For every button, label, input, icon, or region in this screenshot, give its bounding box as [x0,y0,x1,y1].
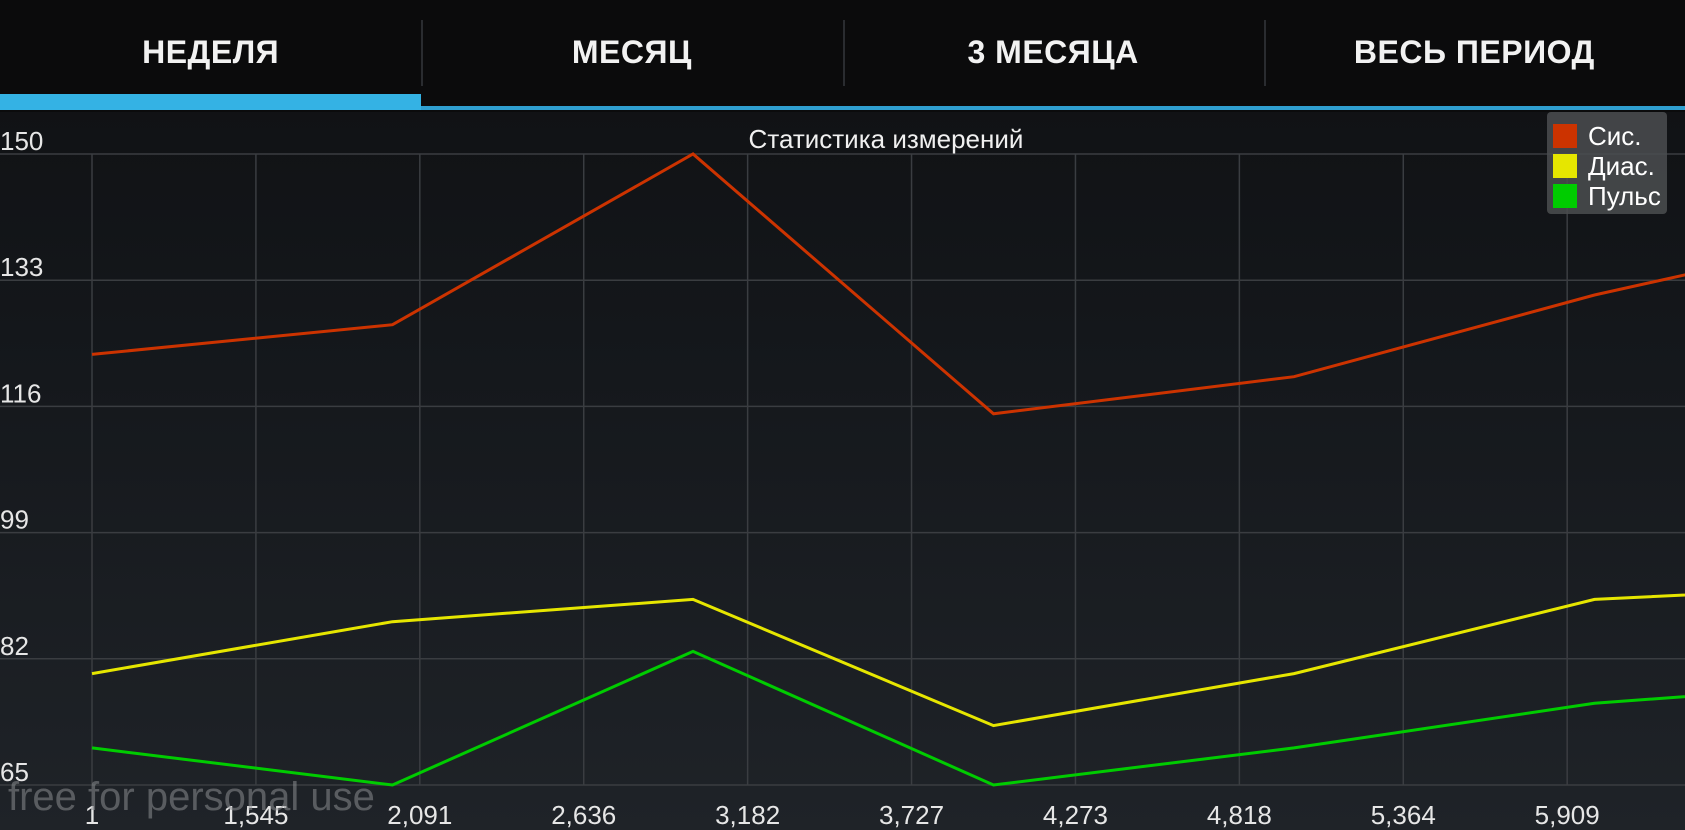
tab-month-indicator [421,106,843,110]
period-tabbar: НЕДЕЛЯ МЕСЯЦ 3 МЕСЯЦА ВЕСЬ ПЕРИОД [0,0,1685,112]
tab-all-period[interactable]: ВЕСЬ ПЕРИОД [1263,0,1685,112]
tab-week[interactable]: НЕДЕЛЯ [0,0,422,112]
tab-all-period-indicator [1263,106,1685,110]
tab-all-period-label: ВЕСЬ ПЕРИОД [1353,33,1595,70]
tab-week-indicator [0,94,422,110]
x-tick-label: 5,909 [1535,800,1600,830]
legend-swatch [1553,154,1577,178]
legend-label: Пульс [1588,181,1661,211]
y-tick-label: 99 [0,505,29,535]
grid-layer [0,153,1685,786]
x-tick-label: 4,273 [1043,800,1108,830]
series-line-1 [91,152,1685,416]
y-tick-label: 116 [0,378,41,408]
tab-month-label: МЕСЯЦ [571,33,692,70]
watermark-text: free for personal use [8,775,375,819]
y-tick-label: 82 [0,631,29,661]
chart-legend: Сис.Диас.Пульс [1547,112,1667,214]
legend-label: Сис. [1588,121,1642,151]
x-tick-label: 2,636 [551,800,616,830]
series-layer [91,152,1685,787]
y-tick-label: 150 [0,126,43,156]
y-tick-label: 133 [0,252,43,282]
chart-area[interactable]: 65 82 99 116 133 150 1 1,545 2,091 2,636 3,182 3,7… [0,112,1685,830]
series-line-3 [91,649,1685,787]
legend-swatch [1553,124,1577,148]
x-tick-label: 3,727 [879,800,944,830]
tab-3-months[interactable]: 3 МЕСЯЦА [842,0,1264,112]
y-tick-labels: 658299116133150 [0,126,43,787]
series-line-2 [91,593,1685,728]
tab-3-months-indicator [842,106,1264,110]
app-root: НЕДЕЛЯ МЕСЯЦ 3 МЕСЯЦА ВЕСЬ ПЕРИОД 65 82 99… [0,0,1685,830]
x-tick-label: 2,091 [387,800,452,830]
chart-title: Статистика измерений [749,124,1024,154]
x-tick-label: 4,818 [1207,800,1272,830]
x-tick-label: 5,364 [1371,800,1436,830]
legend-label: Диас. [1588,151,1655,181]
tab-week-label: НЕДЕЛЯ [142,33,280,70]
legend-swatch [1553,184,1577,208]
tab-month[interactable]: МЕСЯЦ [421,0,843,112]
x-tick-label: 3,182 [715,800,780,830]
measurement-chart: 658299116133150 1 1,545 2,091 2,636 3,182 3,7… [0,112,1685,830]
tab-3-months-label: 3 МЕСЯЦА [967,33,1139,70]
